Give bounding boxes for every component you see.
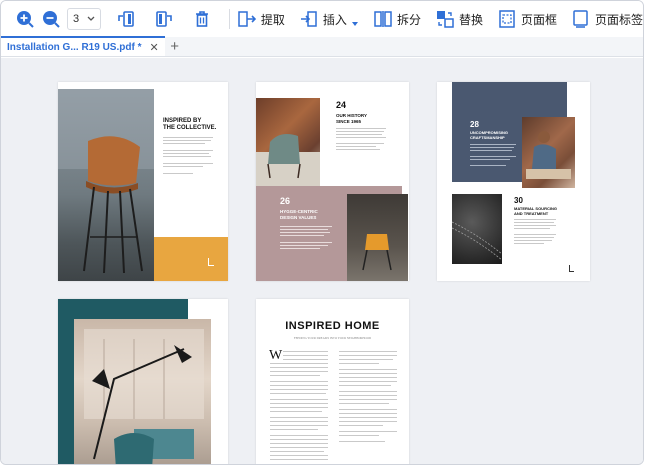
craftsman-photo: [522, 117, 575, 188]
chair-illustration: [58, 89, 154, 274]
page-label-button[interactable]: 页面标签: [571, 5, 643, 33]
replace-button[interactable]: 替换: [435, 5, 483, 33]
page-thumbnail-5[interactable]: INSPIRED HOME FEEDING YOUR DREAMS INTO Y…: [256, 299, 409, 464]
page-box-icon: [499, 10, 515, 28]
page1-heading: INSPIRED BY THE COLLECTIVE.: [163, 118, 216, 132]
replace-icon: [436, 11, 454, 28]
armchair-illustration: [256, 134, 320, 186]
page3-logo: [569, 265, 574, 272]
add-tab-button[interactable]: +: [165, 36, 185, 56]
page2-number2: 26: [280, 196, 291, 206]
extract-icon: [238, 11, 257, 27]
insert-icon: [300, 11, 317, 27]
page-thumbnail-4[interactable]: [58, 299, 228, 464]
page2-heading-line2: SINCE 1965: [336, 118, 362, 124]
split-button[interactable]: 拆分: [373, 5, 421, 33]
orange-chair-illustration: [362, 234, 392, 271]
delete-page-button[interactable]: [183, 5, 221, 33]
floor-lamp-illustration: [84, 329, 204, 464]
page-box-button[interactable]: 页面框: [497, 5, 557, 33]
zoom-out-button[interactable]: [41, 8, 61, 30]
document-tab-label: Installation G... R19 US.pdf *: [7, 41, 142, 53]
trash-icon: [195, 11, 208, 27]
page2-heading2-line1: HYGGE-CENTRIC: [280, 209, 318, 214]
page2-heading2-line2: DESIGN VALUES: [280, 214, 317, 220]
page-label-label: 页面标签: [594, 12, 643, 27]
zoom-out-icon: [43, 11, 60, 28]
page3-heading: UNCOMPROMISING CRAFTSMANSHIP: [470, 130, 508, 140]
split-label: 拆分: [396, 12, 421, 27]
page-number-select[interactable]: 3: [67, 8, 101, 30]
page-thumbnail-1[interactable]: INSPIRED BY THE COLLECTIVE.: [58, 82, 228, 281]
page1-logo: [208, 258, 214, 266]
craftsman-illustration: [526, 131, 571, 179]
extract-label: 提取: [260, 12, 285, 27]
page-box-label: 页面框: [520, 12, 557, 27]
document-tab[interactable]: Installation G... R19 US.pdf * ✕: [1, 36, 165, 56]
rotate-left-button[interactable]: [107, 5, 145, 33]
document-tabbar: Installation G... R19 US.pdf * ✕ +: [1, 36, 643, 57]
page3-number2: 30: [514, 196, 523, 205]
page2-number: 24: [336, 100, 347, 110]
orange-chair-photo: [347, 194, 408, 281]
page1-heading-line1: INSPIRED BY: [163, 118, 202, 124]
page5-subtitle: FEEDING YOUR DREAMS INTO YOUR NEIGHBORHO…: [293, 336, 372, 340]
extract-button[interactable]: 提取: [237, 5, 285, 33]
rotate-right-button[interactable]: [145, 5, 183, 33]
leather-photo: [451, 194, 503, 264]
page5-title: INSPIRED HOME: [285, 320, 380, 332]
split-icon: [374, 11, 392, 27]
page5-dropcap: W: [269, 348, 283, 363]
close-tab-icon[interactable]: ✕: [149, 41, 158, 54]
page3-number: 28: [470, 120, 479, 129]
page3-heading2-line2: AND TREATMENT: [514, 211, 549, 216]
toolbar: 3 提取 插入 拆分 替换 页面框 页面标签: [1, 1, 643, 37]
caret-down-icon: [351, 22, 358, 26]
rotate-left-icon: [117, 11, 134, 27]
page-number-value: 3: [73, 13, 80, 25]
page1-orange-block: [154, 237, 228, 281]
page1-heading-line2: THE COLLECTIVE.: [163, 125, 217, 131]
chevron-down-icon: [87, 16, 95, 21]
page3-heading2: MATERIAL SOURCING AND TREATMENT: [514, 206, 557, 216]
insert-button[interactable]: 插入: [299, 5, 359, 33]
page-thumbnail-2[interactable]: 24 OUR HISTORY SINCE 1965 26 HYGGE-CENTR…: [256, 82, 409, 281]
zoom-in-button[interactable]: [15, 8, 35, 30]
page3-heading-line2: CRAFTSMANSHIP: [470, 135, 505, 140]
page-label-icon: [573, 10, 588, 28]
page-thumbnail-canvas: INSPIRED BY THE COLLECTIVE. 24 OUR HISTO…: [1, 58, 643, 464]
zoom-in-icon: [17, 11, 34, 28]
lamp-room-photo: [74, 319, 211, 464]
page2-heading-line1: OUR HISTORY: [336, 113, 368, 118]
chair-photo: [58, 89, 154, 281]
living-room-photo: [256, 98, 320, 186]
page2-heading2: HYGGE-CENTRIC DESIGN VALUES: [280, 209, 318, 220]
app-window: 3 提取 插入 拆分 替换 页面框 页面标签 Installation G...…: [0, 0, 644, 465]
leather-stitch-illustration: [451, 221, 503, 261]
vertical-scrollbar[interactable]: [638, 58, 642, 464]
insert-label: 插入: [322, 12, 347, 27]
page2-heading: OUR HISTORY SINCE 1965: [336, 113, 367, 124]
replace-label: 替换: [458, 12, 483, 27]
rotate-right-icon: [155, 11, 172, 27]
page-thumbnail-3[interactable]: 28 UNCOMPROMISING CRAFTSMANSHIP 30 MATER…: [437, 82, 590, 281]
